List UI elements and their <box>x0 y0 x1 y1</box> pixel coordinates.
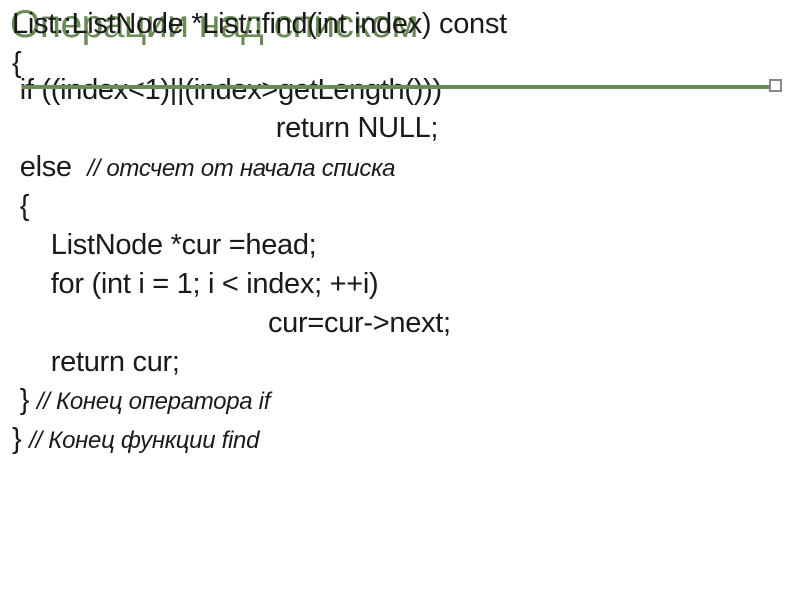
decor-square-icon <box>769 79 782 92</box>
code-comment: // Конец оператора if <box>37 388 270 415</box>
code-line: } // Конец оператора if <box>12 381 788 420</box>
code-line: else // отсчет от начала списка <box>12 148 788 187</box>
code-comment: // отсчет от начала списка <box>87 155 395 182</box>
code-line: cur=cur->next; <box>12 304 788 343</box>
code-block: List::ListNode *List::find(int index) co… <box>0 5 800 459</box>
code-text: else <box>12 151 87 183</box>
code-line: for (int i = 1; i < index; ++i) <box>12 265 788 304</box>
code-line: } // Конец функции find <box>12 420 788 459</box>
code-line: if ((index<1)||(index>getLength())) <box>12 71 788 110</box>
code-line: return NULL; <box>12 109 788 148</box>
title-underline <box>22 85 778 89</box>
code-line: ListNode *cur =head; <box>12 226 788 265</box>
code-line: List::ListNode *List::find(int index) co… <box>12 5 788 44</box>
code-line: { <box>12 187 788 226</box>
code-text: } <box>12 384 37 416</box>
code-comment: // Конец функции find <box>29 427 259 454</box>
code-line: return cur; <box>12 343 788 382</box>
code-text: } <box>12 423 29 455</box>
slide: Операции над списком List::ListNode *Lis… <box>0 0 800 600</box>
